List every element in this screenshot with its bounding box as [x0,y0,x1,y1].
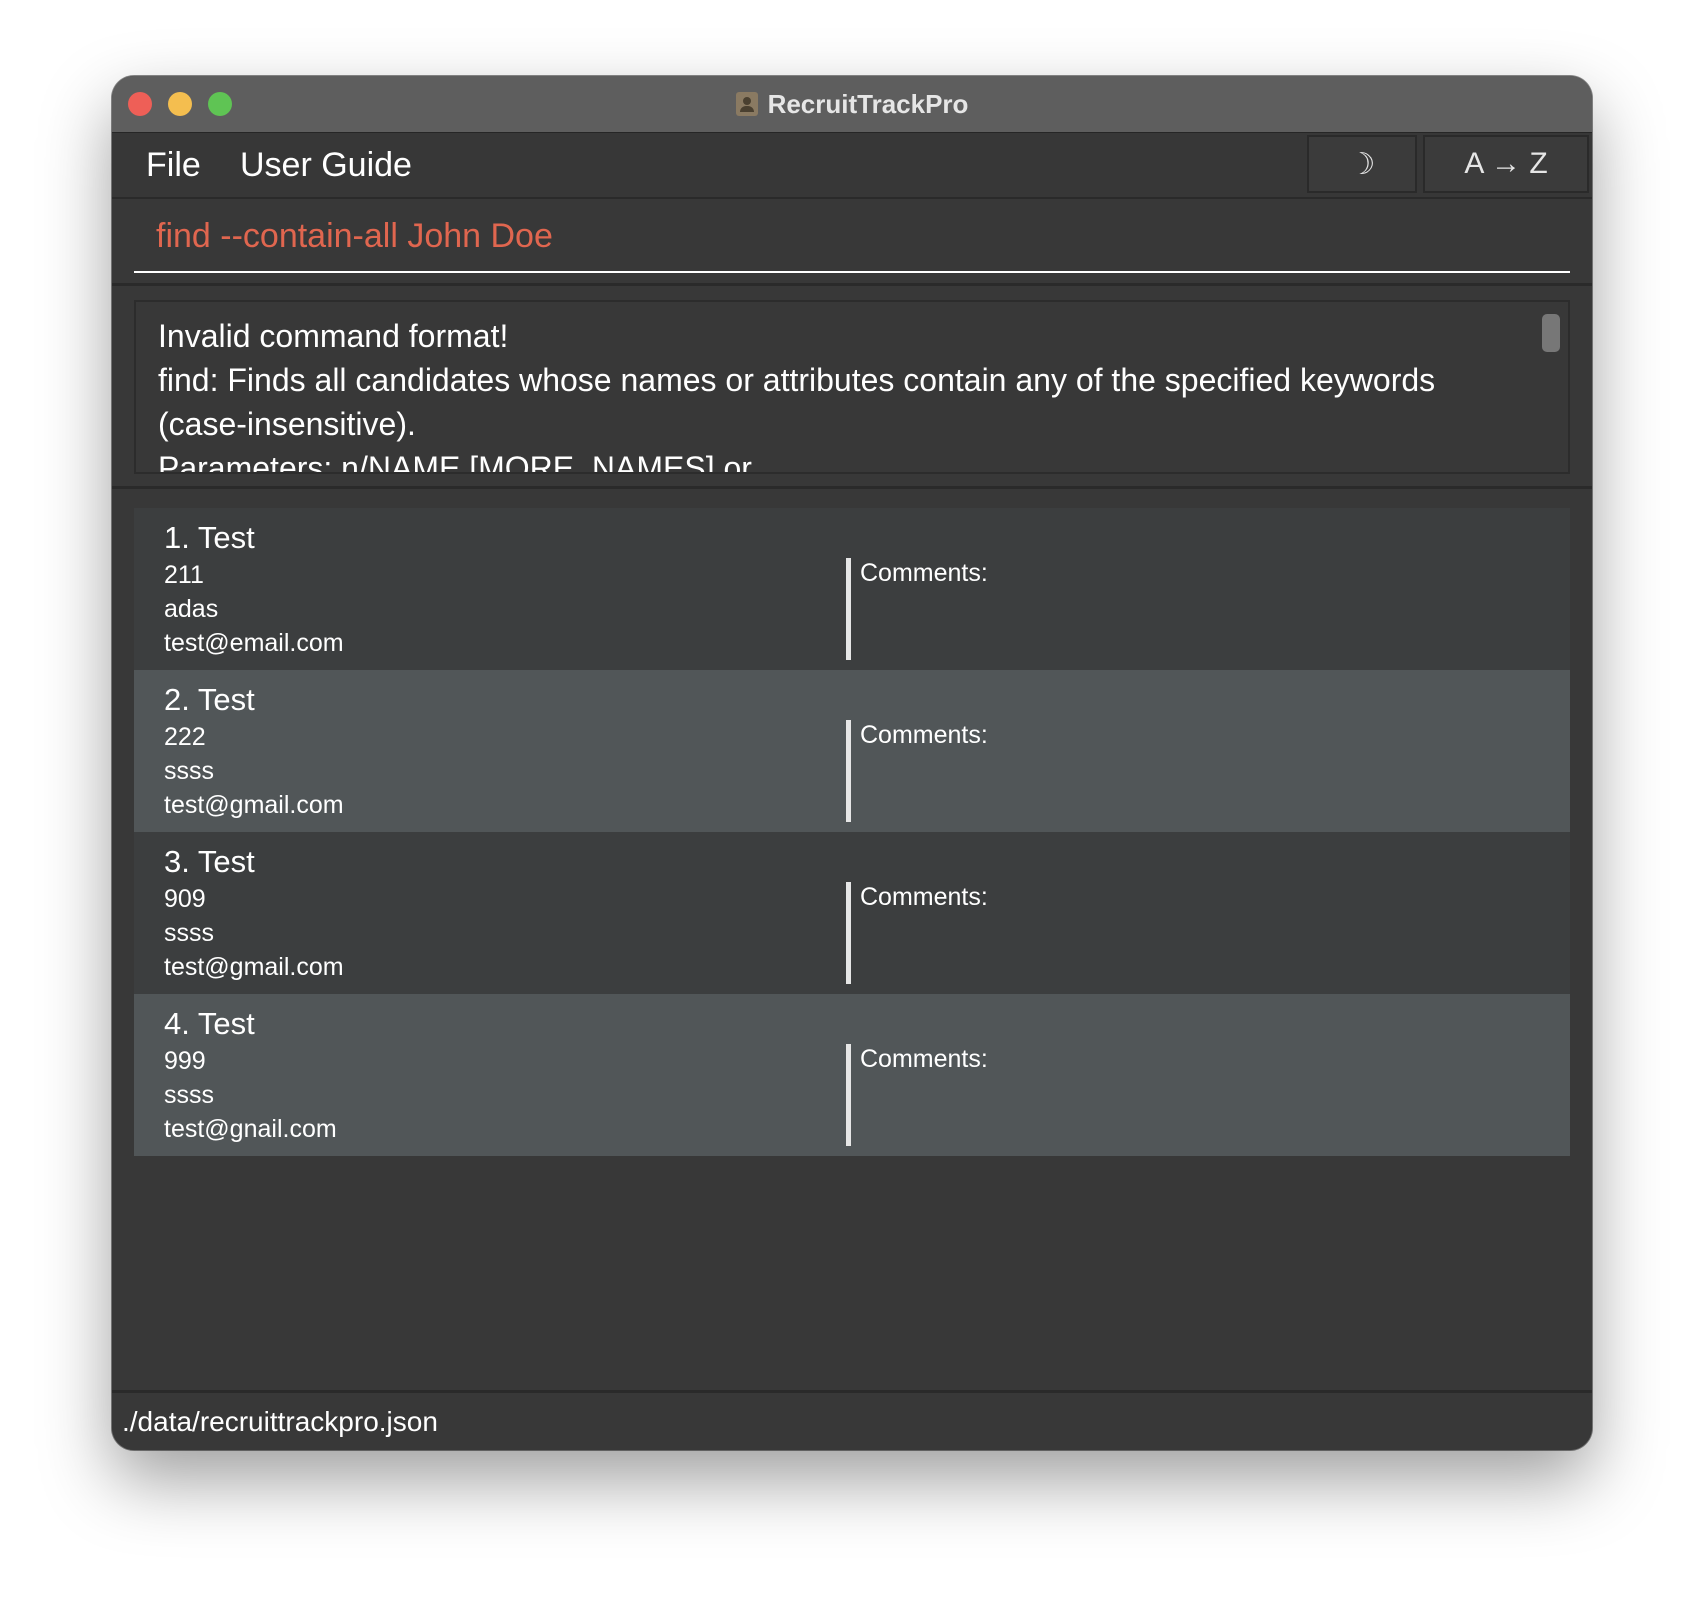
comments-divider [846,558,851,660]
candidate-name: 2. Test [164,682,255,717]
candidate-phone: 999 [164,1047,206,1075]
moon-icon: ☽ [1348,147,1376,181]
comments-divider [846,1044,851,1146]
data-file-path: ./data/recruittrackpro.json [122,1406,438,1437]
window-title: RecruitTrackPro [767,88,969,119]
status-bar: ./data/recruittrackpro.json [112,1390,1592,1450]
result-scrollbar[interactable] [1542,314,1560,352]
comments-divider [846,882,851,984]
candidate-comments-label: Comments: [860,883,988,911]
candidate-phone: 909 [164,885,206,913]
candidate-phone: 211 [164,561,204,589]
window-title-group: RecruitTrackPro [112,76,1592,132]
candidate-name: 3. Test [164,844,255,879]
candidate-phone: 222 [164,723,206,751]
sort-button[interactable]: A → Z [1423,135,1589,193]
candidate-card[interactable]: 1. Test 211 adas test@email.com Comments… [134,508,1570,670]
result-display[interactable]: Invalid command format! find: Finds all … [134,300,1570,474]
candidate-comments-label: Comments: [860,559,988,587]
candidate-email: test@gmail.com [164,953,344,981]
candidate-name: 4. Test [164,1006,255,1041]
command-input[interactable]: find --contain-all John Doe [134,199,1570,273]
result-message: Invalid command format! find: Finds all … [158,318,1436,474]
candidate-card[interactable]: 2. Test 222 ssss test@gmail.com Comments… [134,670,1570,832]
candidate-list[interactable]: 1. Test 211 adas test@email.com Comments… [134,508,1570,1156]
candidate-address: ssss [164,1081,214,1109]
candidate-email: test@gmail.com [164,791,344,819]
command-area: find --contain-all John Doe [112,199,1592,286]
menu-user-guide[interactable]: User Guide [240,145,412,185]
candidate-comments-label: Comments: [860,1045,988,1073]
candidate-card[interactable]: 3. Test 909 ssss test@gmail.com Comments… [134,832,1570,994]
app-window: RecruitTrackPro File User Guide ☽ A → Z … [112,76,1592,1450]
candidate-address: adas [164,595,219,623]
candidate-name: 1. Test [164,520,255,555]
menu-bar: File User Guide ☽ A → Z [112,133,1592,199]
contacts-book-icon [735,92,758,116]
theme-toggle-button[interactable]: ☽ [1307,135,1417,193]
candidate-comments-label: Comments: [860,721,988,749]
comments-divider [846,720,851,822]
candidate-email: test@email.com [164,629,344,657]
divider [112,486,1592,489]
candidate-card[interactable]: 4. Test 999 ssss test@gnail.com Comments… [134,994,1570,1156]
candidate-email: test@gnail.com [164,1115,337,1143]
title-bar[interactable]: RecruitTrackPro [112,76,1592,133]
candidate-address: ssss [164,919,214,947]
menu-file[interactable]: File [146,145,201,185]
candidate-address: ssss [164,757,214,785]
